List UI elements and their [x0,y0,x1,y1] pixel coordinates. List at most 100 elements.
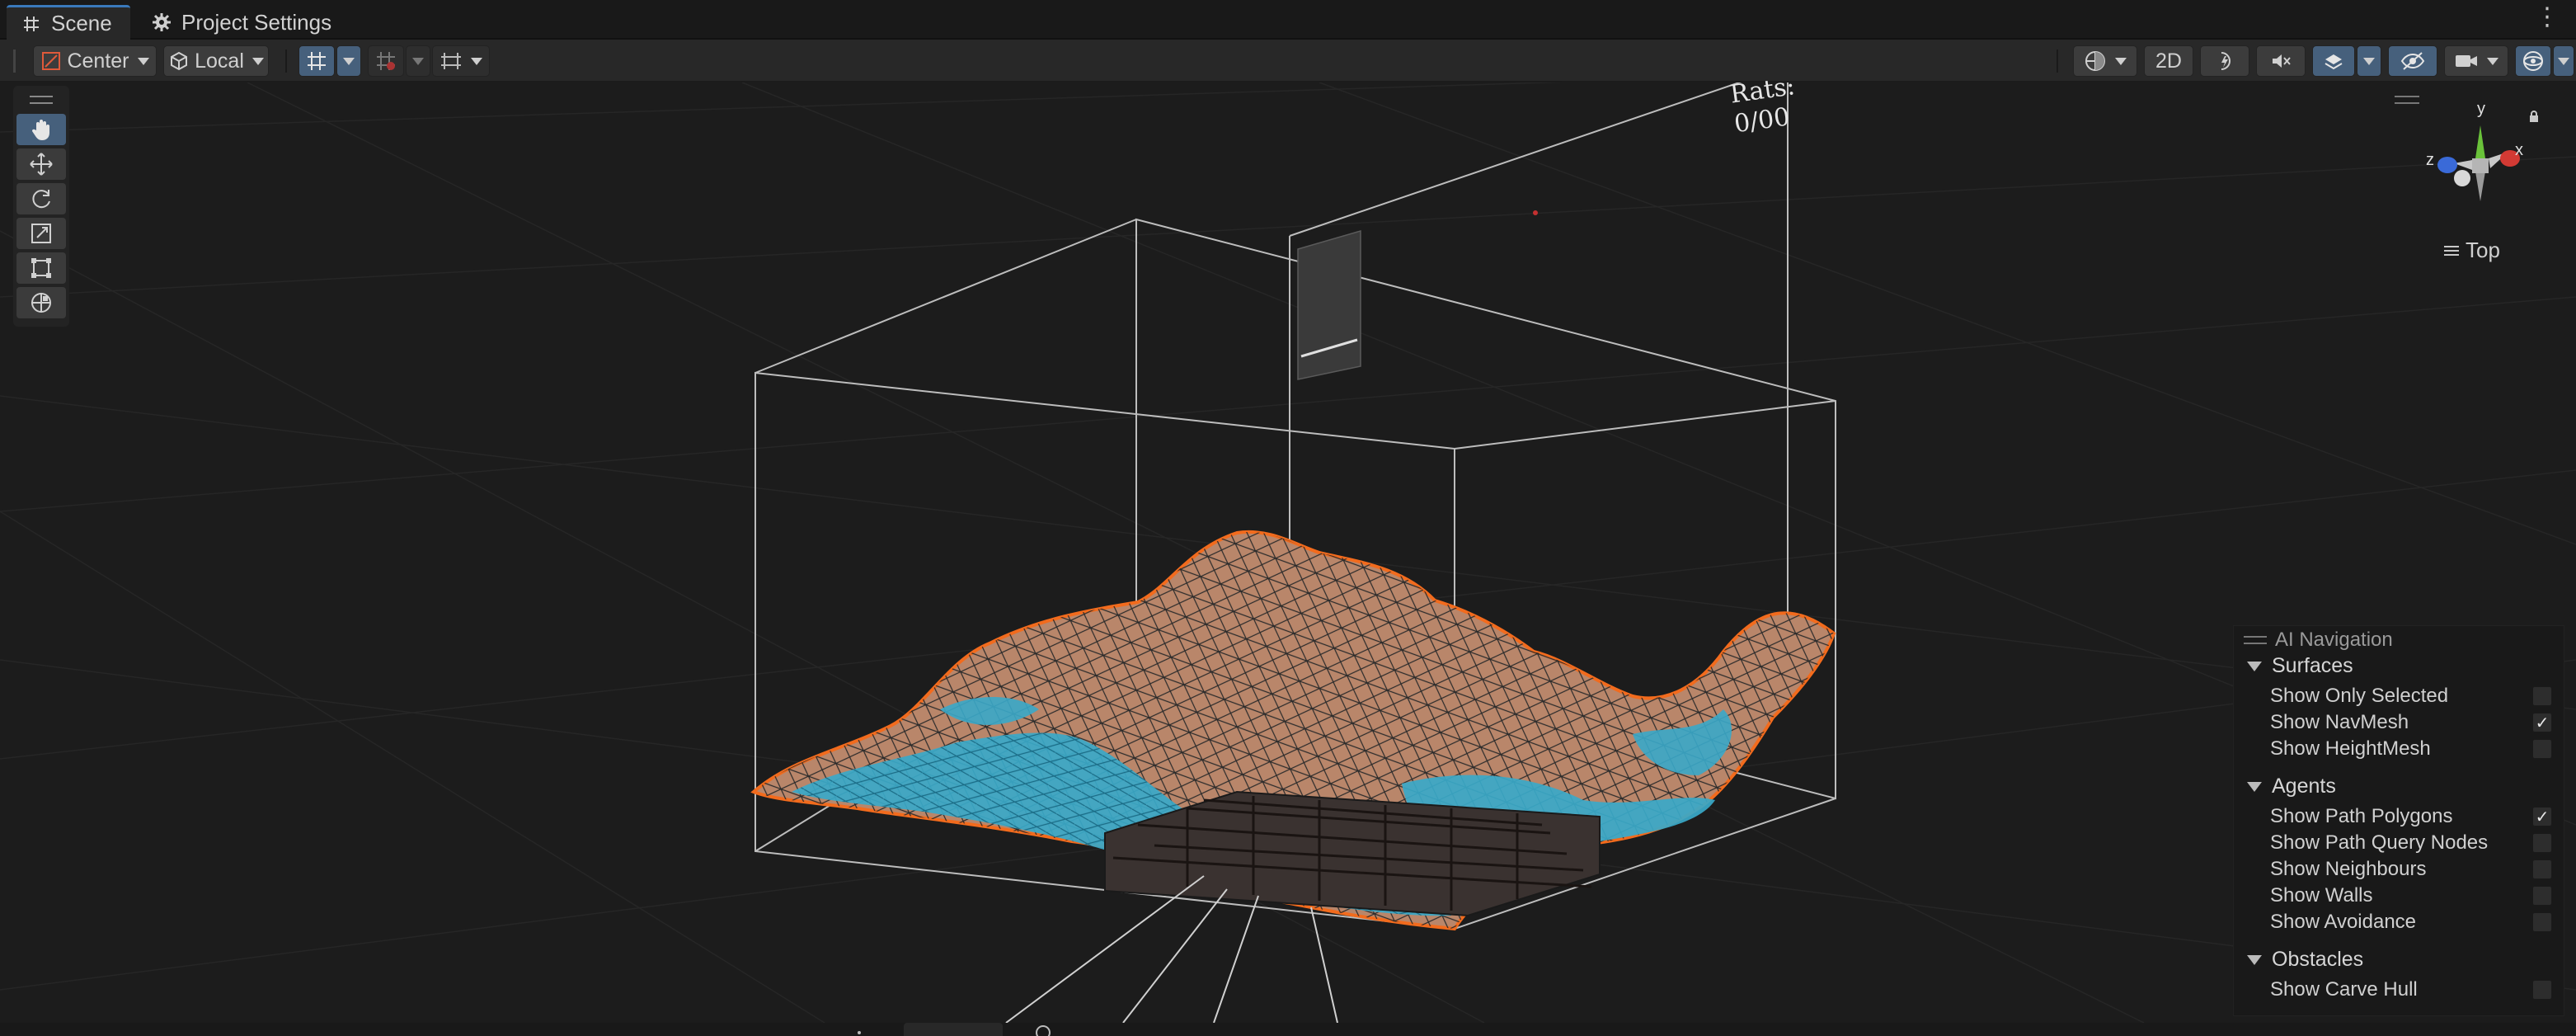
gizmos-sphere-icon [2523,51,2543,71]
checkbox[interactable] [2532,980,2552,1000]
scene-viewport[interactable] [0,82,2576,1023]
chevron-down-icon [2558,57,2569,65]
chevron-down-icon [471,57,482,65]
checkbox[interactable] [2532,912,2552,932]
floating-plane [1297,230,1361,380]
scene-render [0,82,2576,1023]
gizmos-dropdown[interactable] [2553,45,2574,77]
option-label: Show Only Selected [2270,685,2449,707]
camera-icon [2456,55,2477,67]
option-show-walls[interactable]: Show Walls [2270,883,2560,908]
view-orientation-label[interactable]: Top [2444,238,2500,263]
move-icon [30,153,53,176]
rect-tool-button[interactable] [16,252,66,284]
increment-snap-toggle[interactable] [368,45,404,77]
chevron-down-icon [343,57,355,65]
checkbox[interactable] [2532,859,2552,879]
transform-tool-button[interactable] [16,287,66,318]
tab-bar: Scene Project Settings ⋮ [0,0,2576,40]
gizmos-toggle[interactable] [2515,45,2551,77]
option-show-only-selected[interactable]: Show Only Selected [2270,684,2560,709]
option-show-carve-hull[interactable]: Show Carve Hull [2270,977,2560,1002]
orientation-gizmo[interactable]: y x z [2413,92,2561,224]
hamburger-icon [2444,245,2459,256]
scale-tool-button[interactable] [16,218,66,249]
overlay-grip[interactable] [30,96,53,104]
ai-navigation-header[interactable]: AI Navigation [2244,628,2393,652]
transform-tools-overlay [13,86,69,327]
option-show-heightmesh[interactable]: Show HeightMesh [2270,737,2560,761]
checkbox[interactable] [2532,739,2552,759]
hand-icon [31,120,49,140]
pivot-rotation-dropdown[interactable]: Local [163,45,269,77]
grid-visibility-dropdown[interactable] [432,45,490,77]
option-show-path-query-nodes[interactable]: Show Path Query Nodes [2270,831,2560,855]
increment-snap-dropdown[interactable] [406,45,430,77]
option-label: Show HeightMesh [2270,737,2431,760]
option-label: Show Carve Hull [2270,978,2418,1001]
grid-snapping-toggle[interactable] [298,45,335,77]
option-label: Show Avoidance [2270,911,2417,933]
rotate-tool-button[interactable] [16,183,66,214]
pivot-center-icon [42,52,61,70]
more-options-icon[interactable]: ⋮ [2535,5,2560,30]
hidden-objects-toggle[interactable] [2388,45,2437,77]
draw-mode-dropdown[interactable] [2073,45,2137,77]
option-show-navmesh[interactable]: Show NavMesh ✓ [2270,710,2560,735]
hand-tool-button[interactable] [16,114,66,145]
rect-transform-icon [31,258,51,278]
option-show-neighbours[interactable]: Show Neighbours [2270,857,2560,882]
tab-scene[interactable]: Scene [7,5,130,40]
section-label: Surfaces [2272,654,2353,677]
effects-toggle[interactable] [2312,45,2355,77]
tab-project-settings[interactable]: Project Settings [137,5,376,40]
checkbox-checked[interactable]: ✓ [2532,713,2552,732]
option-label: Show NavMesh [2270,711,2409,733]
checkbox[interactable] [2532,686,2552,706]
bottom-menu-icon[interactable] [841,1023,866,1036]
tab-scene-label: Scene [51,11,112,35]
checkbox[interactable] [2532,886,2552,906]
axis-z-label: z [2426,151,2434,169]
option-show-avoidance[interactable]: Show Avoidance [2270,910,2560,935]
eye-slash-icon [2400,52,2425,70]
shaded-sphere-icon [2085,51,2105,71]
camera-settings-dropdown[interactable] [2444,45,2508,77]
clock-icon [1036,1025,1051,1036]
checkbox-checked[interactable]: ✓ [2532,807,2552,826]
section-agents[interactable]: Agents [2247,775,2336,798]
red-marker [1533,210,1538,215]
option-show-path-polygons[interactable]: Show Path Polygons ✓ [2270,804,2560,829]
ai-navigation-overlay: AI Navigation Surfaces Show Only Selecte… [2233,625,2564,1016]
audio-muted-icon [2273,54,2291,68]
checkbox[interactable] [2532,833,2552,853]
ai-navigation-title: AI Navigation [2275,629,2393,651]
bottom-panel-strip [0,1023,2576,1036]
2d-mode-toggle[interactable]: 2D [2144,45,2193,77]
section-obstacles[interactable]: Obstacles [2247,948,2363,972]
toolbar-separator [285,49,287,73]
2d-mode-label: 2D [2155,49,2182,73]
scale-icon [31,224,51,243]
chevron-down-icon [251,57,264,65]
chevron-down-icon [2363,57,2375,65]
transform-icon [31,293,51,313]
pivot-position-dropdown[interactable]: Center [33,45,157,77]
axis-y-label: y [2477,100,2485,118]
pivot-position-label: Center [67,49,129,73]
audio-toggle[interactable] [2256,45,2306,77]
bottom-tab[interactable] [904,1023,1003,1036]
effects-dropdown[interactable] [2357,45,2381,77]
section-surfaces[interactable]: Surfaces [2247,654,2353,678]
chevron-down-icon [412,57,424,65]
section-label: Obstacles [2272,948,2364,971]
bottom-tab-icon[interactable] [1036,1023,1052,1036]
grid-snapping-dropdown[interactable] [336,45,361,77]
overlay-grip[interactable] [2244,636,2267,644]
layers-icon [2325,54,2343,70]
move-tool-button[interactable] [16,148,66,180]
option-label: Show Walls [2270,884,2373,906]
pivot-rotation-label: Local [195,49,244,73]
scene-lighting-toggle[interactable] [2200,45,2249,77]
grid-snap-icon [308,52,326,70]
